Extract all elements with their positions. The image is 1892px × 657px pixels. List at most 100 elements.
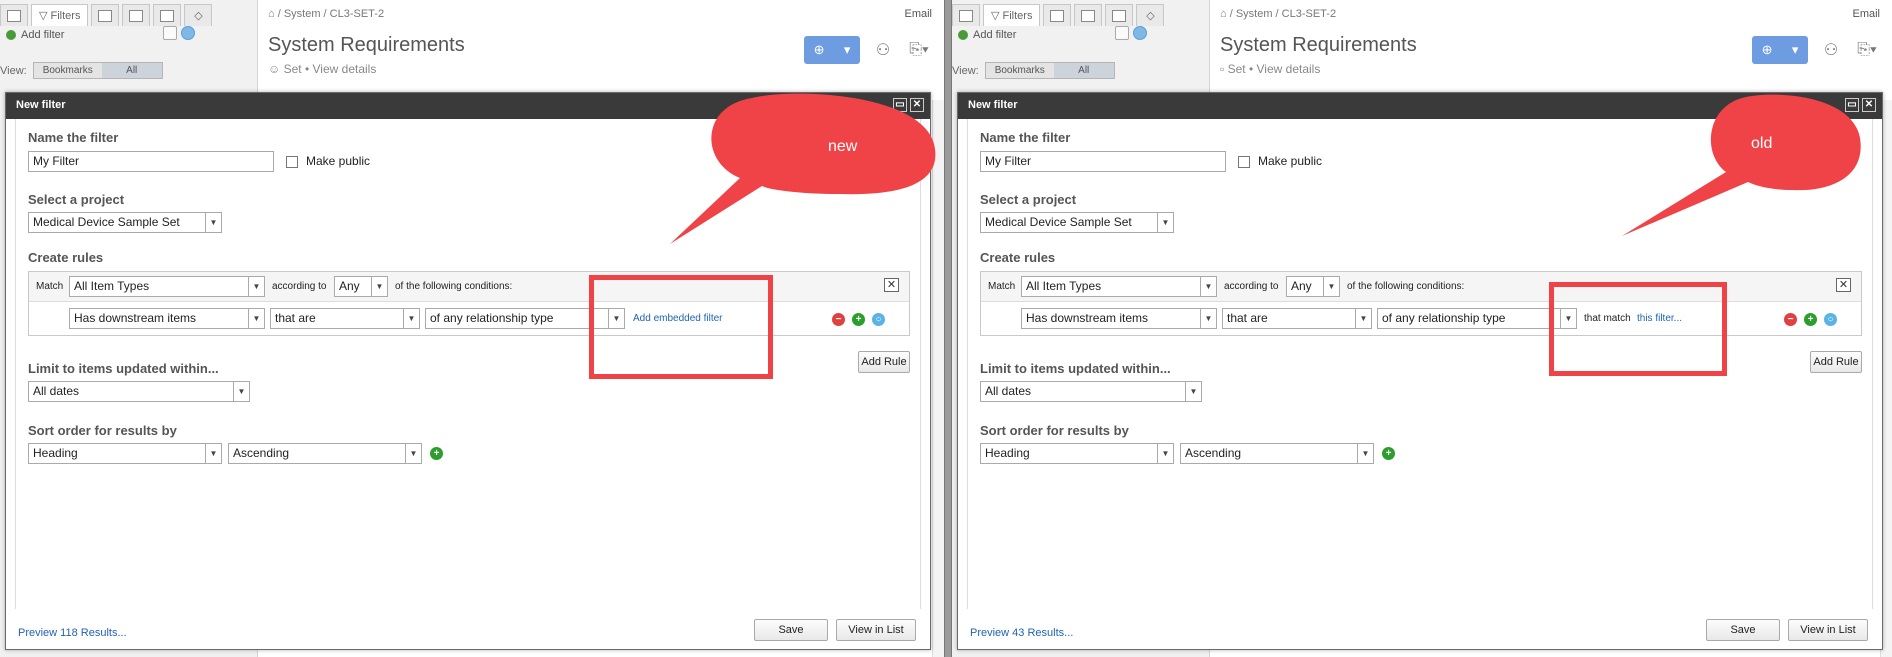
info-icon[interactable] — [1133, 26, 1147, 40]
filter-name-input[interactable]: My Filter — [28, 151, 274, 172]
chevron-down-icon: ▼ — [233, 382, 249, 401]
tab-window[interactable] — [122, 4, 151, 26]
tab-clipboard[interactable] — [1105, 4, 1134, 26]
chevron-down-icon: ▼ — [1355, 309, 1371, 328]
tab-grid[interactable] — [91, 4, 120, 26]
view-in-list-button[interactable]: View in List — [836, 619, 916, 641]
rules-section-title: Create rules — [28, 250, 104, 265]
any-select[interactable]: Any ▼ — [1286, 276, 1340, 297]
make-public-checkbox[interactable] — [286, 156, 298, 168]
close-icon[interactable]: ✕ — [884, 278, 899, 292]
relationship-icon[interactable]: ⚇ — [1818, 37, 1844, 63]
main-toolbar: ⊕ ▾ ⚇ ⎘▾ — [1752, 36, 1880, 64]
sort-direction-select[interactable]: Ascending ▼ — [1180, 443, 1374, 464]
relationship-icon[interactable]: ⚇ — [870, 37, 896, 63]
page-title: System Requirements — [1220, 34, 1417, 56]
email-link[interactable]: Email — [1852, 8, 1880, 20]
save-button[interactable]: Save — [1706, 619, 1780, 641]
add-filter-link[interactable]: Add filter — [958, 29, 1016, 41]
date-limit-select[interactable]: All dates ▼ — [980, 381, 1202, 402]
name-section-title: Name the filter — [980, 130, 1071, 145]
project-select[interactable]: Medical Device Sample Set ▼ — [980, 212, 1174, 233]
rules-box: Match All Item Types ▼ according to Any ▼ … — [980, 271, 1862, 336]
view-all[interactable]: All — [101, 63, 162, 78]
filter-name-input[interactable]: My Filter — [980, 151, 1226, 172]
sidebar-mini-tools — [163, 26, 195, 40]
view-bookmarks[interactable]: Bookmarks — [985, 63, 1054, 78]
match-label: Match — [36, 281, 64, 292]
refresh-icon[interactable] — [163, 26, 177, 40]
conditions-label: of the following conditions: — [395, 281, 513, 292]
rule-operator-select[interactable]: that are ▼ — [1222, 308, 1372, 329]
project-select[interactable]: Medical Device Sample Set ▼ — [28, 212, 222, 233]
save-button[interactable]: Save — [754, 619, 828, 641]
view-segment: Bookmarks All — [32, 62, 163, 79]
date-limit-select[interactable]: All dates ▼ — [28, 381, 250, 402]
tab-window[interactable] — [1074, 4, 1103, 26]
make-public-checkbox[interactable] — [1238, 156, 1250, 168]
refresh-icon[interactable] — [1115, 26, 1129, 40]
chevron-down-icon: ▼ — [248, 277, 264, 296]
tab-clipboard[interactable] — [153, 4, 182, 26]
remove-rule-icon[interactable]: − — [832, 313, 845, 326]
view-all[interactable]: All — [1053, 63, 1114, 78]
tab-grid[interactable] — [1043, 4, 1072, 26]
relationship-type-select[interactable]: of any relationship type ▼ — [1377, 308, 1577, 329]
remove-rule-icon[interactable]: − — [1784, 313, 1797, 326]
funnel-icon: ▽ — [991, 10, 1003, 22]
rule-header-row: Match All Item Types ▼ according to Any ▼ … — [29, 272, 909, 302]
view-bookmarks[interactable]: Bookmarks — [33, 63, 102, 78]
add-sort-icon[interactable]: + — [430, 447, 443, 460]
sub-rule-icon[interactable]: ○ — [872, 313, 885, 326]
page-title: System Requirements — [268, 34, 465, 56]
preview-results-link[interactable]: Preview 43 Results... — [970, 627, 1073, 639]
main-header: ⌂ / System / CL3-SET-2 Email System Requ… — [262, 0, 944, 100]
main-header: ⌂ / System / CL3-SET-2 Email System Requ… — [1214, 0, 1892, 100]
rule-field-select[interactable]: Has downstream items ▼ — [1021, 308, 1217, 329]
item-type-select[interactable]: All Item Types ▼ — [1021, 276, 1217, 297]
limit-section-title: Limit to items updated within... — [980, 361, 1171, 376]
sort-direction-select[interactable]: Ascending ▼ — [228, 443, 422, 464]
add-item-button[interactable]: ⊕ ▾ — [1752, 36, 1808, 64]
add-item-button[interactable]: ⊕ ▾ — [804, 36, 860, 64]
breadcrumb: ⌂ / System / CL3-SET-2 — [1220, 8, 1337, 20]
item-type-select[interactable]: All Item Types ▼ — [69, 276, 265, 297]
rule-field-select[interactable]: Has downstream items ▼ — [69, 308, 265, 329]
view-in-list-button[interactable]: View in List — [1788, 619, 1868, 641]
tab-tree[interactable] — [952, 4, 980, 26]
add-condition-icon[interactable]: + — [852, 313, 865, 326]
chevron-down-icon: ▼ — [205, 213, 221, 232]
export-icon[interactable]: ⎘▾ — [1854, 37, 1880, 63]
any-select[interactable]: Any ▼ — [334, 276, 388, 297]
preview-results-link[interactable]: Preview 118 Results... — [18, 627, 127, 639]
tab-tags[interactable]: ◇ — [1136, 4, 1165, 26]
add-sort-icon[interactable]: + — [1382, 447, 1395, 460]
according-to-label: according to — [1224, 281, 1279, 292]
tab-tree[interactable] — [0, 4, 28, 26]
sort-field-select[interactable]: Heading ▼ — [980, 443, 1174, 464]
chevron-down-icon: ▼ — [403, 309, 419, 328]
rule-operator-select[interactable]: that are ▼ — [270, 308, 420, 329]
add-filter-link[interactable]: Add filter — [6, 29, 64, 41]
add-rule-button[interactable]: Add Rule — [858, 351, 910, 373]
highlight-box — [1549, 282, 1727, 376]
export-icon[interactable]: ⎘▾ — [906, 37, 932, 63]
tab-filters[interactable]: ▽ Filters — [983, 4, 1041, 26]
tab-filters[interactable]: ▽ Filters — [31, 4, 89, 26]
add-rule-button[interactable]: Add Rule — [1810, 351, 1862, 373]
funnel-icon: ▽ — [39, 10, 51, 22]
email-link[interactable]: Email — [904, 8, 932, 20]
sub-rule-icon[interactable]: ○ — [1824, 313, 1837, 326]
close-icon[interactable]: ✕ — [1836, 278, 1851, 292]
highlight-box — [589, 275, 773, 379]
chevron-down-icon: ▼ — [1185, 382, 1201, 401]
add-condition-icon[interactable]: + — [1804, 313, 1817, 326]
chevron-down-icon: ▼ — [1200, 277, 1216, 296]
make-public-label: Make public — [1258, 154, 1323, 168]
right-pane: ▽ Filters ◇ Add filter View: Bookmarks A… — [952, 0, 1892, 657]
tab-tags[interactable]: ◇ — [184, 4, 213, 26]
info-icon[interactable] — [181, 26, 195, 40]
sort-section-title: Sort order for results by — [980, 423, 1129, 438]
main-toolbar: ⊕ ▾ ⚇ ⎘▾ — [804, 36, 932, 64]
sort-field-select[interactable]: Heading ▼ — [28, 443, 222, 464]
